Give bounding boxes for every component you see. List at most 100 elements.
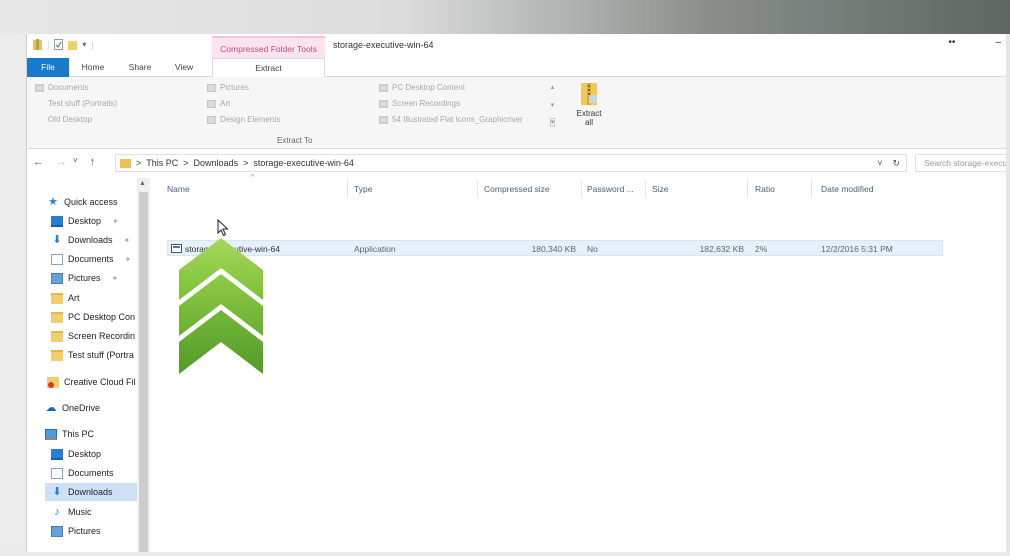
sidebar-item-downloads[interactable]: ⬇ Downloads ✦ <box>51 231 130 249</box>
ribbon-item-label: Art <box>220 99 231 108</box>
onedrive-icon: ☁ <box>45 401 57 414</box>
search-input[interactable]: Search storage-executive-win-64 <box>915 154 1006 172</box>
breadcrumb-this-pc[interactable]: This PC <box>146 158 178 168</box>
extract-to-design-elements[interactable]: Design Elements <box>207 115 280 124</box>
star-icon: ★ <box>48 195 58 208</box>
scroll-up-icon[interactable]: ▲ <box>139 180 146 187</box>
sidebar-item-music[interactable]: ♪ Music <box>51 503 92 521</box>
extract-to-pc-desktop-content[interactable]: PC Desktop Content <box>379 83 465 92</box>
creative-cloud-icon <box>47 376 59 388</box>
forward-icon[interactable]: → <box>56 156 67 168</box>
sidebar-item-pc-desktop[interactable]: Desktop <box>51 445 101 463</box>
folder-icon <box>207 99 216 108</box>
column-header-compressed-size[interactable]: Compressed size <box>484 180 550 198</box>
column-header-size[interactable]: Size <box>652 180 669 198</box>
scrollbar-thumb[interactable] <box>139 192 148 552</box>
extract-to-art[interactable]: Art <box>207 99 230 108</box>
extract-to-old-desktop[interactable]: Old Desktop <box>35 115 92 124</box>
folder-icon <box>51 311 63 323</box>
navigation-buttons: ← → ˅ ↑ <box>33 156 95 168</box>
zip-folder-icon <box>579 81 599 107</box>
pictures-icon <box>207 83 216 92</box>
sidebar-item-pictures[interactable]: Pictures ✦ <box>51 269 118 287</box>
customize-toolbar-icon[interactable]: ▾ <box>82 40 86 49</box>
documents-icon <box>51 467 63 479</box>
password-cell: No <box>587 244 598 254</box>
sidebar-item-label: Documents <box>68 254 114 264</box>
file-explorer-window: | ▾ | Compressed Folder Tools storage-ex… <box>26 34 1006 552</box>
column-divider[interactable] <box>581 180 582 198</box>
column-divider[interactable] <box>811 180 812 198</box>
ribbon-item-label: Old Desktop <box>48 115 93 124</box>
pin-icon: ✦ <box>124 254 132 264</box>
sidebar-item-creative-cloud[interactable]: Creative Cloud Fil <box>47 373 136 391</box>
sidebar-item-label: Test stuff (Portra <box>68 350 134 360</box>
breadcrumb-downloads[interactable]: Downloads <box>194 158 239 168</box>
tab-home[interactable]: Home <box>73 58 113 77</box>
column-divider[interactable] <box>347 180 348 198</box>
sidebar-item-screen-recordings[interactable]: Screen Recordin <box>51 327 135 345</box>
sidebar-item-label: Documents <box>68 468 114 478</box>
tab-share[interactable]: Share <box>123 58 157 77</box>
folder-icon <box>51 330 63 342</box>
file-type-cell: Application <box>354 244 396 254</box>
sidebar-item-desktop[interactable]: Desktop ✦ <box>51 212 119 230</box>
back-icon[interactable]: ← <box>33 156 44 168</box>
navigation-pane-scrollbar[interactable]: ▲ <box>137 178 150 552</box>
extract-to-documents[interactable]: Documents <box>35 83 88 92</box>
more-icon[interactable]: •• <box>948 37 955 48</box>
scroll-down-icon[interactable]: ▾ <box>551 101 555 109</box>
sidebar-item-pc-downloads[interactable]: ⬇ Downloads <box>45 483 137 501</box>
new-folder-icon[interactable] <box>68 39 78 50</box>
extract-to-illustrated-icons[interactable]: 54 Illustrated Flat Icons_Graphicriver <box>379 115 523 124</box>
minimize-button[interactable]: – <box>995 37 1001 48</box>
column-divider[interactable] <box>645 180 646 198</box>
column-header-name[interactable]: Name <box>167 180 190 198</box>
extract-to-screen-recordings[interactable]: Screen Recordings <box>379 99 460 108</box>
ribbon-item-label: Documents <box>48 83 89 92</box>
extract-to-group-label: Extract To <box>277 136 313 145</box>
tab-view[interactable]: View <box>167 58 201 77</box>
sidebar-item-test-stuff[interactable]: Test stuff (Portra <box>51 346 134 364</box>
window-controls: •• – <box>948 37 1001 48</box>
sidebar-item-pc-desktop-content[interactable]: PC Desktop Con <box>51 308 135 326</box>
tab-extract[interactable]: Extract <box>212 58 325 78</box>
extract-to-test-stuff[interactable]: Test stuff (Portraits) <box>35 99 117 108</box>
tab-file[interactable]: File <box>27 58 69 77</box>
scroll-up-icon[interactable]: ▴ <box>551 83 555 91</box>
sidebar-item-label: Desktop <box>68 449 102 459</box>
extract-all-button[interactable]: Extract all <box>572 81 606 127</box>
properties-icon[interactable] <box>54 39 64 50</box>
folder-icon[interactable] <box>33 39 42 50</box>
folder-icon <box>379 99 388 108</box>
contextual-tab-group-label: Compressed Folder Tools <box>212 36 325 58</box>
up-icon[interactable]: ↑ <box>90 156 96 168</box>
extract-to-pictures[interactable]: Pictures <box>207 83 249 92</box>
column-header-type[interactable]: Type <box>354 180 372 198</box>
refresh-icon[interactable]: ↻ <box>892 158 900 169</box>
ribbon-item-label: Test stuff (Portraits) <box>48 99 118 108</box>
sidebar-item-art[interactable]: Art <box>51 289 80 307</box>
sidebar-item-pc-pictures[interactable]: Pictures <box>51 522 101 540</box>
date-modified-cell: 12/2/2016 5:31 PM <box>821 244 893 254</box>
expand-gallery-icon[interactable]: ▾ <box>549 118 556 127</box>
address-bar[interactable]: > This PC > Downloads > storage-executiv… <box>115 154 907 172</box>
folder-icon <box>379 115 388 124</box>
sidebar-item-documents[interactable]: Documents ✦ <box>51 250 131 268</box>
sidebar-item-this-pc[interactable]: This PC <box>45 425 94 443</box>
column-header-password[interactable]: Password ... <box>587 180 634 198</box>
folder-icon <box>379 83 388 92</box>
sidebar-item-pc-documents[interactable]: Documents <box>51 464 114 482</box>
sidebar-item-onedrive[interactable]: ☁ OneDrive <box>45 399 101 417</box>
column-header-ratio[interactable]: Ratio <box>755 180 775 198</box>
breadcrumb-current-folder[interactable]: storage-executive-win-64 <box>253 158 354 168</box>
column-header-date-modified[interactable]: Date modified <box>821 180 873 198</box>
sidebar-item-quick-access[interactable]: ★ Quick access <box>47 193 117 211</box>
extract-all-label-line2: all <box>584 118 593 127</box>
recent-locations-icon[interactable]: ˅ <box>73 156 78 168</box>
column-divider[interactable] <box>477 180 478 198</box>
ribbon-gallery-scroll[interactable]: ▴ ▾ ▾ <box>548 83 557 127</box>
sidebar-item-label: Music <box>68 507 92 517</box>
address-dropdown-icon[interactable]: ˅ <box>877 158 882 169</box>
column-divider[interactable] <box>747 180 748 198</box>
